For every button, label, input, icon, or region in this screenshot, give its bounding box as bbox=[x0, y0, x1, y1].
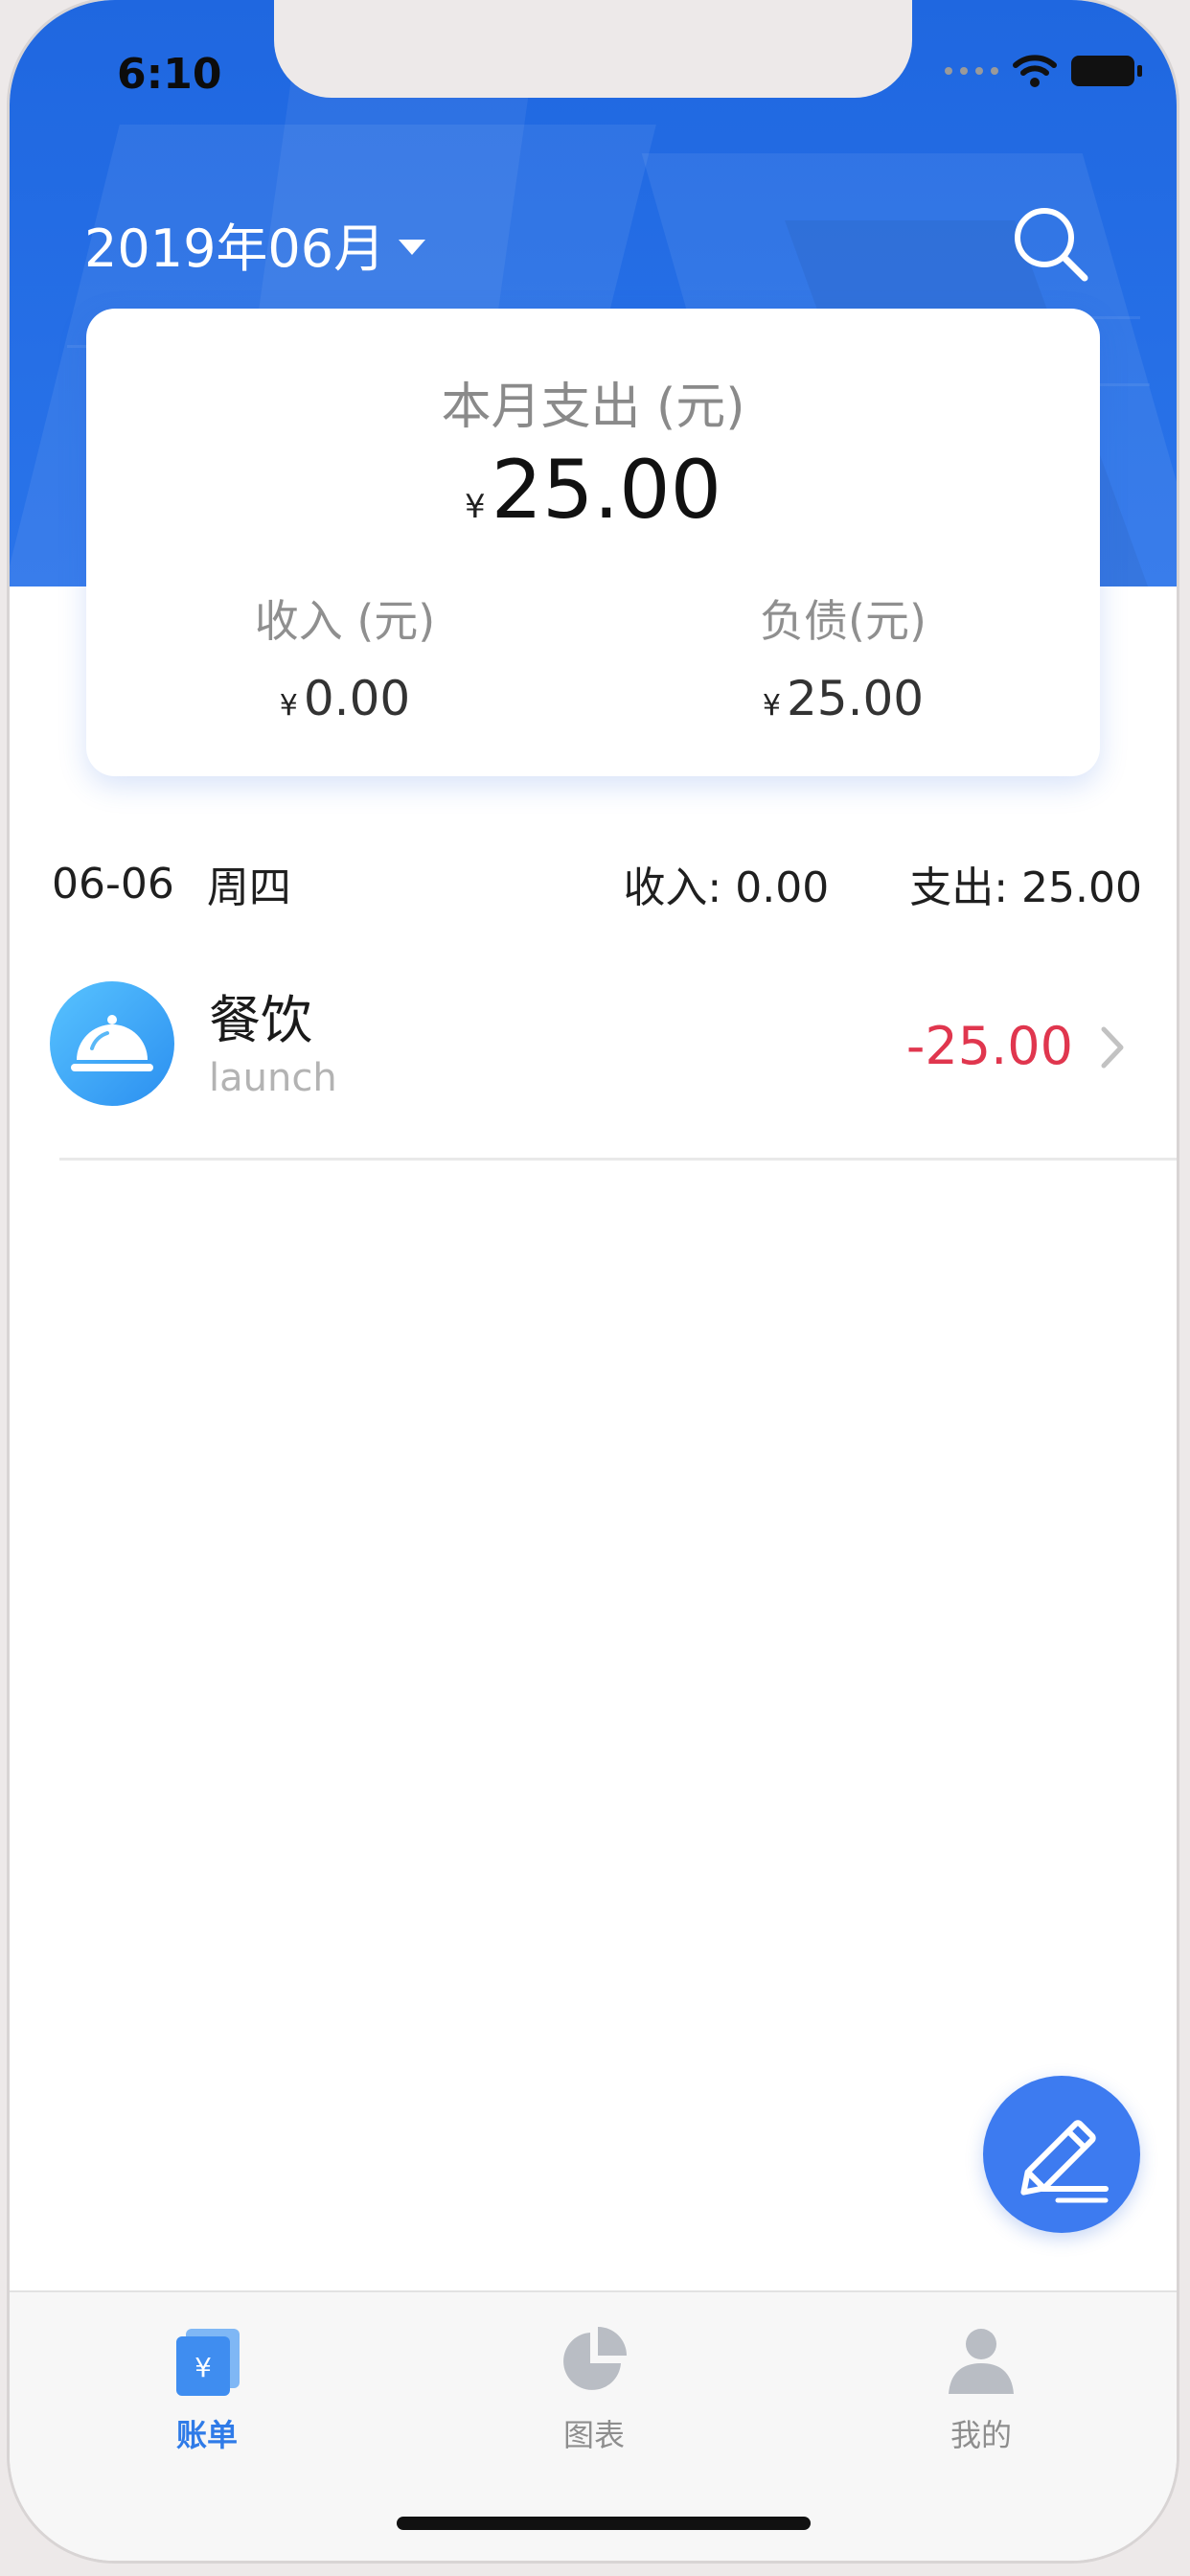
wifi-icon bbox=[1013, 55, 1057, 87]
record-row[interactable]: 餐饮 launch -25.00 bbox=[10, 968, 1177, 1131]
caret-down-icon bbox=[399, 239, 426, 255]
phone-screen: 6:10 2019年06月 本月支出 (元) ¥25.00 收入 (元) ¥ 0… bbox=[10, 0, 1177, 2561]
tab-bills[interactable]: ¥ 账单 bbox=[92, 2321, 322, 2455]
status-indicators bbox=[945, 54, 1142, 88]
total-value: 25.00 bbox=[491, 443, 722, 537]
home-indicator bbox=[397, 2517, 811, 2530]
day-weekday: 周四 bbox=[206, 863, 291, 912]
add-record-button[interactable] bbox=[983, 2076, 1140, 2233]
debt-summary: 负债(元) ¥25.00 bbox=[642, 586, 1044, 726]
currency-symbol: ¥ bbox=[762, 689, 781, 723]
day-group-header: 06-06 周四 收入: 0.00 支出: 25.00 bbox=[52, 855, 1142, 913]
monthly-summary-card: 本月支出 (元) ¥25.00 收入 (元) ¥0.00 负债(元) ¥25.0… bbox=[86, 309, 1100, 776]
tab-charts[interactable]: 图表 bbox=[479, 2321, 709, 2455]
status-time: 6:10 bbox=[117, 50, 222, 99]
record-amount: -25.00 bbox=[905, 1016, 1073, 1076]
monthly-expense-title: 本月支出 (元) bbox=[441, 379, 745, 436]
debt-label: 负债(元) bbox=[760, 595, 927, 647]
chevron-right-icon bbox=[1101, 1026, 1124, 1069]
tab-label: 图表 bbox=[562, 2417, 625, 2453]
pie-chart-icon bbox=[563, 2327, 627, 2390]
search-icon[interactable] bbox=[1010, 203, 1090, 284]
food-cloche-icon bbox=[50, 981, 174, 1106]
day-income: 收入: 0.00 bbox=[623, 863, 830, 912]
divider bbox=[59, 1158, 1177, 1161]
income-value: ¥0.00 bbox=[144, 671, 546, 726]
day-expense: 支出: 25.00 bbox=[909, 863, 1142, 912]
currency-symbol: ¥ bbox=[279, 689, 298, 723]
signal-icon bbox=[945, 67, 998, 75]
income-label: 收入 (元) bbox=[254, 595, 436, 647]
svg-text:¥: ¥ bbox=[195, 2352, 212, 2383]
currency-symbol: ¥ bbox=[464, 488, 486, 526]
record-note: launch bbox=[209, 1056, 337, 1100]
month-picker[interactable]: 2019年06月 bbox=[84, 206, 426, 282]
tab-label: 账单 bbox=[175, 2417, 238, 2453]
income-amount: 0.00 bbox=[303, 671, 411, 726]
battery-icon bbox=[1071, 56, 1142, 86]
record-category: 餐饮 bbox=[209, 990, 312, 1050]
bill-icon: ¥ bbox=[176, 2329, 240, 2396]
monthly-expense-total: ¥25.00 bbox=[86, 443, 1100, 537]
income-summary: 收入 (元) ¥0.00 bbox=[144, 586, 546, 726]
pencil-icon bbox=[1020, 2120, 1109, 2203]
day-date: 06-06 bbox=[52, 859, 174, 908]
debt-value: ¥25.00 bbox=[642, 671, 1044, 726]
profile-icon bbox=[949, 2329, 1014, 2394]
month-label: 2019年06月 bbox=[84, 218, 386, 279]
notch bbox=[274, 0, 912, 98]
tab-label: 我的 bbox=[950, 2417, 1012, 2453]
debt-amount: 25.00 bbox=[786, 671, 925, 726]
tab-profile[interactable]: 我的 bbox=[866, 2321, 1096, 2455]
